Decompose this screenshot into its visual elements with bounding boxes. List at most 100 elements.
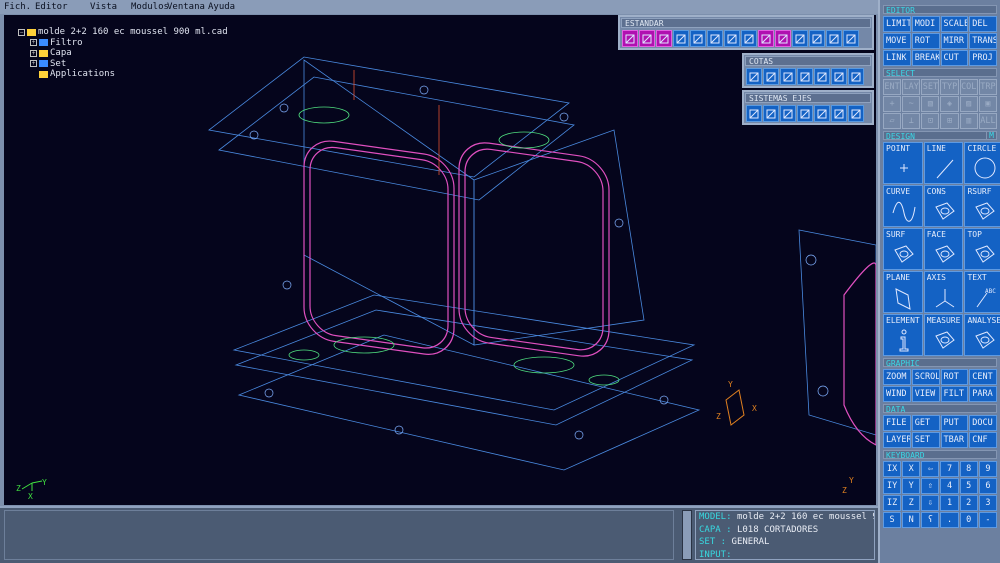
key-5[interactable]: 5 xyxy=(959,478,978,494)
select-filter-icon[interactable]: ◈ xyxy=(940,96,959,112)
cad-viewport[interactable]: YZX ZYX YZ − molde 2+2 160 ec moussel 900… xyxy=(4,15,876,505)
select-lay[interactable]: LAY xyxy=(902,79,921,95)
button-plane[interactable]: PLANE xyxy=(883,271,923,313)
menu-editor[interactable]: Editor xyxy=(35,2,68,12)
button-get[interactable]: GET xyxy=(911,415,940,431)
key--[interactable]: - xyxy=(978,512,997,528)
key-iy[interactable]: IY xyxy=(883,478,902,494)
axis-yx-button[interactable] xyxy=(746,105,762,122)
axis-zx2-button[interactable] xyxy=(780,105,796,122)
toolbar-title[interactable]: ESTANDAR xyxy=(621,18,871,28)
select-set[interactable]: SET xyxy=(921,79,940,95)
tree-item-filtro[interactable]: + Filtro xyxy=(18,38,228,49)
lamp-button[interactable] xyxy=(792,30,808,47)
axis-zx-button[interactable] xyxy=(763,105,779,122)
button-set[interactable]: SET xyxy=(911,432,940,448)
key-s[interactable]: S xyxy=(883,512,902,528)
axis-plain-button[interactable] xyxy=(848,105,864,122)
key-2[interactable]: 2 xyxy=(959,495,978,511)
menu-vista[interactable]: Vista xyxy=(90,2,117,12)
select-trp[interactable]: TRP xyxy=(978,79,997,95)
button-put[interactable]: PUT xyxy=(940,415,969,431)
menu-ayuda[interactable]: Ayuda xyxy=(208,2,235,12)
button-cnf[interactable]: CNF xyxy=(969,432,997,448)
button-rsurf[interactable]: RSURF xyxy=(964,185,1000,227)
key-x[interactable]: X xyxy=(902,461,921,477)
button-para[interactable]: PARA xyxy=(969,386,997,402)
button-break[interactable]: BREAK xyxy=(911,50,940,66)
button-scrol[interactable]: SCROL xyxy=(911,369,940,385)
select-filter-icon[interactable]: ▧ xyxy=(921,96,940,112)
button-del[interactable]: DEL xyxy=(969,16,997,32)
select-ent[interactable]: ENT xyxy=(883,79,902,95)
key-z[interactable]: Z xyxy=(902,495,921,511)
grid-button[interactable] xyxy=(758,30,774,47)
select-filter-icon[interactable]: ⊡ xyxy=(921,113,940,129)
menu-modulos[interactable]: Modulos xyxy=(131,2,169,12)
select-filter-icon[interactable]: ⊞ xyxy=(940,113,959,129)
button-docu[interactable]: DOCU xyxy=(969,415,997,431)
button-cent[interactable]: CENT xyxy=(969,369,997,385)
select-filter-icon[interactable]: ▨ xyxy=(959,96,978,112)
button-line[interactable]: LINE xyxy=(923,142,964,184)
select-filter-icon[interactable]: ALL xyxy=(978,113,997,129)
key--[interactable]: ⇦ xyxy=(921,461,940,477)
key-iz[interactable]: IZ xyxy=(883,495,902,511)
info-button[interactable] xyxy=(746,68,762,85)
button-element[interactable]: ELEMENT xyxy=(883,314,923,356)
button-link[interactable]: LINK xyxy=(883,50,911,66)
button-top[interactable]: TOP xyxy=(964,228,1000,270)
dim-box-button[interactable] xyxy=(848,68,864,85)
expand-icon[interactable]: + xyxy=(30,60,37,68)
key-7[interactable]: 7 xyxy=(940,461,959,477)
dim-linear-button[interactable] xyxy=(780,68,796,85)
button-circle[interactable]: CIRCLE xyxy=(964,142,1000,184)
select-filter-icon[interactable]: ▣ xyxy=(978,96,997,112)
collapse-icon[interactable]: − xyxy=(18,28,25,36)
dim-circle-button[interactable] xyxy=(814,68,830,85)
wire-cube-button[interactable] xyxy=(622,30,638,47)
toolbar-title[interactable]: COTAS xyxy=(745,56,871,66)
button-tbar[interactable]: TBAR xyxy=(940,432,969,448)
pan-button[interactable] xyxy=(707,30,723,47)
expand-icon[interactable]: + xyxy=(30,49,37,57)
key-1[interactable]: 1 xyxy=(940,495,959,511)
menu-ventana[interactable]: Ventana xyxy=(167,2,205,12)
dim-angle-button[interactable] xyxy=(831,68,847,85)
button-curve[interactable]: CURVE xyxy=(883,185,923,227)
button-view[interactable]: VIEW xyxy=(911,386,940,402)
key-ix[interactable]: IX xyxy=(883,461,902,477)
button-measure[interactable]: MEASURE xyxy=(923,314,964,356)
button-file[interactable]: FILE xyxy=(883,415,911,431)
help-cursor-button[interactable] xyxy=(843,30,859,47)
regenerate-button[interactable] xyxy=(673,30,689,47)
redo-button[interactable] xyxy=(826,30,842,47)
button-point[interactable]: POINT xyxy=(883,142,923,184)
key-0[interactable]: 0 xyxy=(959,512,978,528)
key-n[interactable]: N xyxy=(902,512,921,528)
toolbar-title[interactable]: SISTEMAS EJES xyxy=(745,93,871,103)
select-filter-icon[interactable]: ▱ xyxy=(883,113,902,129)
undo-button[interactable] xyxy=(809,30,825,47)
button-cons[interactable]: CONS xyxy=(923,185,964,227)
button-filt[interactable]: FILT xyxy=(940,386,969,402)
hidden-cube-button[interactable] xyxy=(656,30,672,47)
button-axis[interactable]: AXIS xyxy=(923,271,964,313)
key-8[interactable]: 8 xyxy=(959,461,978,477)
shaded-cube-button[interactable] xyxy=(639,30,655,47)
select-filter-icon[interactable]: ▥ xyxy=(959,113,978,129)
button-layer[interactable]: LAYER xyxy=(883,432,911,448)
key-y[interactable]: Y xyxy=(902,478,921,494)
axis-xz2-button[interactable] xyxy=(831,105,847,122)
select-filter-icon[interactable]: ⊥ xyxy=(902,113,921,129)
button-analyse[interactable]: ANALYSE xyxy=(964,314,1000,356)
axis-yx2-button[interactable] xyxy=(797,105,813,122)
button-scale[interactable]: SCALE xyxy=(940,16,969,32)
select-col[interactable]: COL xyxy=(959,79,978,95)
button-modi[interactable]: MODI xyxy=(911,16,940,32)
key-6[interactable]: 6 xyxy=(978,478,997,494)
button-zoom[interactable]: ZOOM xyxy=(883,369,911,385)
select-filter-icon[interactable]: ~ xyxy=(902,96,921,112)
axes-button[interactable] xyxy=(724,30,740,47)
key--[interactable]: ⇧ xyxy=(921,478,940,494)
